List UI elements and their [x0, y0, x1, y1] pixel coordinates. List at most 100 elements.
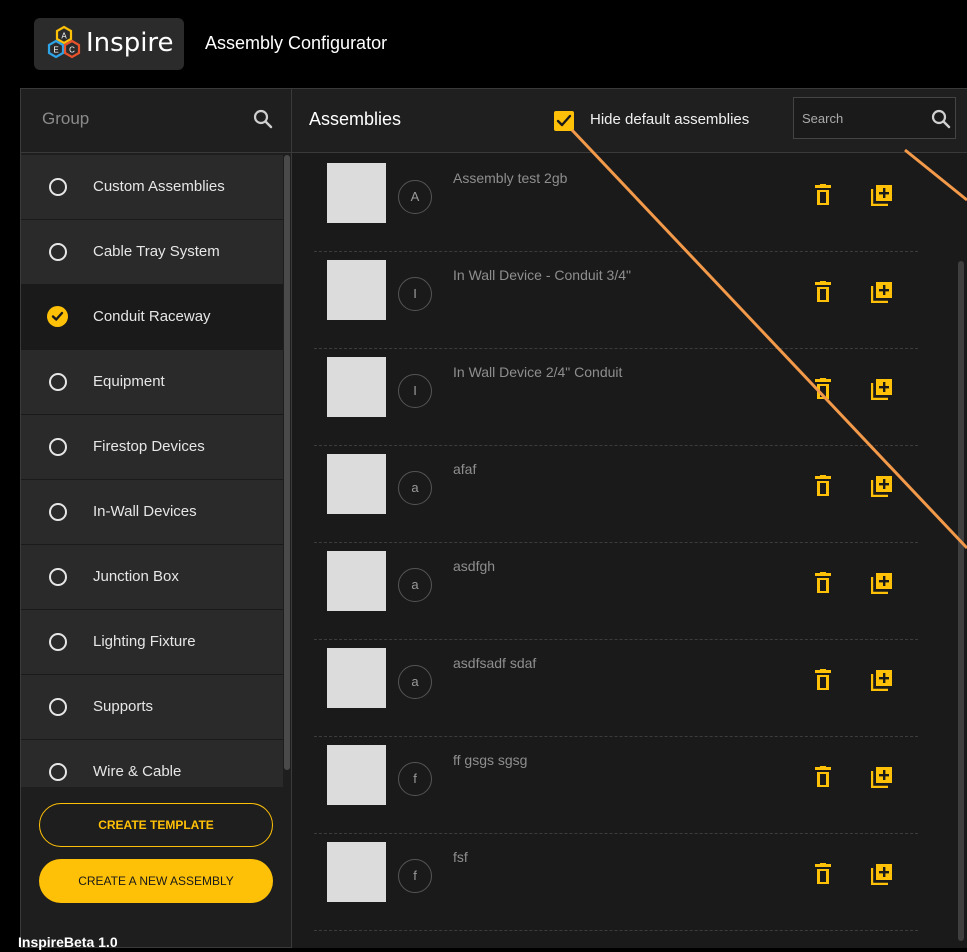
- assembly-name: ff gsgs sgsg: [453, 752, 528, 768]
- assemblies-scrollbar[interactable]: [956, 155, 966, 945]
- group-item-label: In-Wall Devices: [93, 503, 197, 520]
- inspire-logo-icon: A E C: [47, 25, 81, 59]
- assembly-thumbnail: [327, 842, 386, 902]
- group-item-firestop-devices[interactable]: Firestop Devices: [21, 415, 283, 480]
- group-label: Group: [42, 109, 90, 128]
- group-item-in-wall-devices[interactable]: In-Wall Devices: [21, 480, 283, 545]
- group-list: Custom Assemblies Cable Tray System Cond…: [21, 155, 283, 805]
- group-scrollbar-thumb[interactable]: [284, 155, 290, 770]
- trash-icon[interactable]: [814, 475, 832, 497]
- group-item-label: Wire & Cable: [93, 763, 182, 780]
- radio-unchecked-icon: [49, 438, 67, 456]
- group-panel: Group Custom Assemblies Cable Tray Syste…: [20, 88, 292, 948]
- add-copy-icon[interactable]: [871, 572, 893, 594]
- assembly-name: In Wall Device - Conduit 3/4": [453, 267, 631, 283]
- avatar: f: [398, 762, 432, 796]
- group-item-label: Equipment: [93, 373, 165, 390]
- list-item[interactable]: a afaf: [314, 446, 918, 543]
- radio-unchecked-icon: [49, 568, 67, 586]
- avatar: A: [398, 180, 432, 214]
- add-copy-icon[interactable]: [871, 863, 893, 885]
- trash-icon[interactable]: [814, 669, 832, 691]
- list-item[interactable]: A Assembly test 2gb: [314, 155, 918, 252]
- radio-unchecked-icon: [49, 373, 67, 391]
- assembly-thumbnail: [327, 648, 386, 708]
- assemblies-list: A Assembly test 2gb I In Wall Device - C…: [314, 155, 918, 931]
- avatar: I: [398, 374, 432, 408]
- logo-text: Inspire: [86, 28, 174, 58]
- avatar: a: [398, 665, 432, 699]
- group-item-lighting-fixture[interactable]: Lighting Fixture: [21, 610, 283, 675]
- list-item[interactable]: I In Wall Device - Conduit 3/4": [314, 252, 918, 349]
- assembly-name: asdfsadf sdaf: [453, 655, 537, 671]
- group-item-label: Junction Box: [93, 568, 179, 585]
- assembly-name: asdfgh: [453, 558, 496, 574]
- assembly-thumbnail: [327, 454, 386, 514]
- assembly-name: fsf: [453, 849, 468, 865]
- trash-icon[interactable]: [814, 766, 832, 788]
- assembly-thumbnail: [327, 260, 386, 320]
- version-label: InspireBeta 1.0: [18, 934, 118, 950]
- add-copy-icon[interactable]: [871, 378, 893, 400]
- assembly-thumbnail: [327, 745, 386, 805]
- list-item[interactable]: a asdfsadf sdaf: [314, 640, 918, 737]
- list-item[interactable]: f ff gsgs sgsg: [314, 737, 918, 834]
- svg-text:E: E: [53, 46, 58, 55]
- group-item-label: Cable Tray System: [93, 243, 220, 260]
- radio-unchecked-icon: [49, 763, 67, 781]
- assembly-name: afaf: [453, 461, 477, 477]
- assembly-name: In Wall Device 2/4" Conduit: [453, 364, 623, 380]
- search-icon[interactable]: [930, 108, 952, 130]
- add-copy-icon[interactable]: [871, 475, 893, 497]
- hide-default-checkbox[interactable]: [554, 111, 574, 131]
- group-item-conduit-raceway[interactable]: Conduit Raceway: [21, 285, 283, 350]
- group-item-cable-tray-system[interactable]: Cable Tray System: [21, 220, 283, 285]
- group-item-junction-box[interactable]: Junction Box: [21, 545, 283, 610]
- trash-icon[interactable]: [814, 863, 832, 885]
- add-copy-icon[interactable]: [871, 766, 893, 788]
- group-item-supports[interactable]: Supports: [21, 675, 283, 740]
- assembly-thumbnail: [327, 551, 386, 611]
- trash-icon[interactable]: [814, 572, 832, 594]
- create-new-assembly-button[interactable]: CREATE A NEW ASSEMBLY: [39, 859, 273, 903]
- app-header: A E C Inspire Assembly Configurator: [0, 0, 967, 88]
- page-title: Assembly Configurator: [205, 33, 388, 53]
- add-copy-icon[interactable]: [871, 281, 893, 303]
- assemblies-scrollbar-thumb[interactable]: [958, 261, 964, 941]
- search-input[interactable]: [802, 108, 922, 128]
- assembly-thumbnail: [327, 163, 386, 223]
- avatar: a: [398, 471, 432, 505]
- assembly-search: [793, 97, 956, 139]
- trash-icon[interactable]: [814, 378, 832, 400]
- svg-text:A: A: [61, 32, 67, 41]
- avatar: a: [398, 568, 432, 602]
- group-scrollbar[interactable]: [283, 155, 291, 855]
- list-item[interactable]: a asdfgh: [314, 543, 918, 640]
- group-footer: CREATE TEMPLATE CREATE A NEW ASSEMBLY: [21, 787, 291, 947]
- app-logo[interactable]: A E C Inspire: [34, 18, 184, 70]
- trash-icon[interactable]: [814, 281, 832, 303]
- create-template-button[interactable]: CREATE TEMPLATE: [39, 803, 273, 847]
- check-circle-icon: [47, 306, 68, 327]
- avatar: I: [398, 277, 432, 311]
- group-header: Group: [21, 89, 291, 153]
- group-item-label: Firestop Devices: [93, 438, 205, 455]
- list-item[interactable]: f fsf: [314, 834, 918, 931]
- radio-unchecked-icon: [49, 178, 67, 196]
- add-copy-icon[interactable]: [871, 184, 893, 206]
- radio-unchecked-icon: [49, 243, 67, 261]
- assemblies-title: Assemblies: [309, 109, 402, 129]
- assemblies-header: Assemblies Hide default assemblies: [292, 89, 967, 153]
- search-icon[interactable]: [251, 107, 275, 131]
- group-item-custom-assemblies[interactable]: Custom Assemblies: [21, 155, 283, 220]
- trash-icon[interactable]: [814, 184, 832, 206]
- hide-default-label[interactable]: Hide default assemblies: [590, 111, 749, 128]
- add-copy-icon[interactable]: [871, 669, 893, 691]
- group-item-equipment[interactable]: Equipment: [21, 350, 283, 415]
- list-item[interactable]: I In Wall Device 2/4" Conduit: [314, 349, 918, 446]
- avatar: f: [398, 859, 432, 893]
- radio-unchecked-icon: [49, 698, 67, 716]
- assembly-name: Assembly test 2gb: [453, 170, 568, 186]
- group-item-label: Supports: [93, 698, 154, 715]
- assemblies-panel: Assemblies Hide default assemblies A Ass…: [292, 88, 967, 948]
